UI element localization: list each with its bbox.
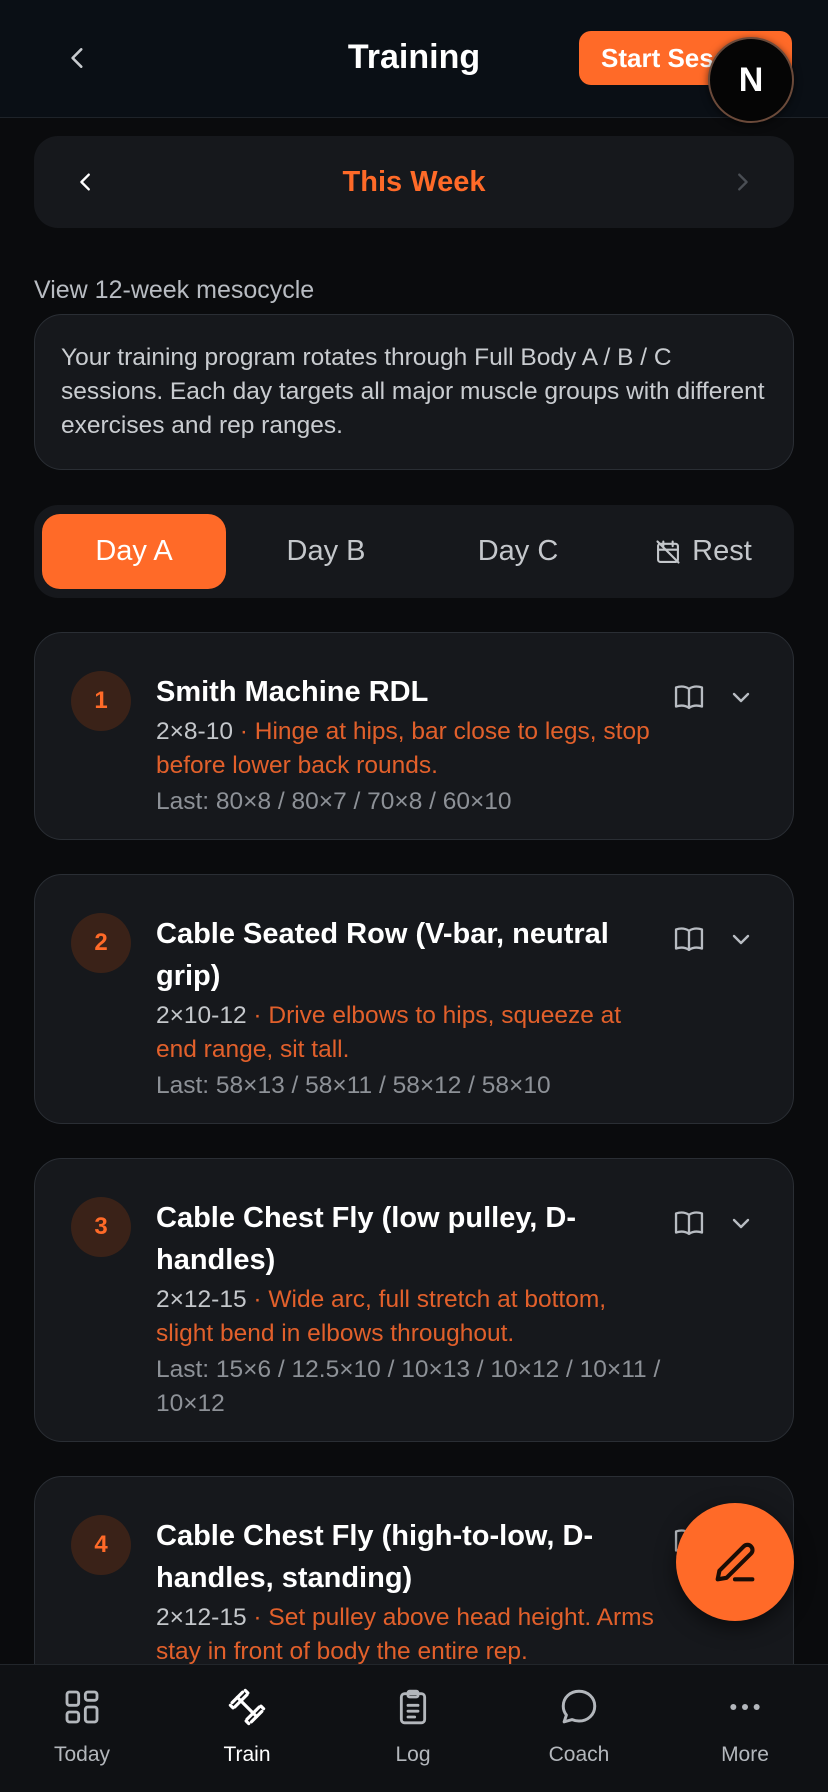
- exercise-sets: 2×12-15: [156, 1604, 247, 1631]
- header: Training Start Session N: [0, 0, 828, 123]
- more-dots-icon: [723, 1685, 767, 1729]
- calendar-off-icon: [654, 538, 682, 566]
- exercise-prescription: 2×10-12 · Drive elbows to hips, squeeze …: [156, 999, 656, 1067]
- avatar[interactable]: N: [708, 37, 794, 123]
- program-info-box: Your training program rotates through Fu…: [34, 314, 794, 470]
- nav-train[interactable]: Train: [187, 1685, 307, 1767]
- chevron-right-icon: [738, 173, 748, 191]
- chevron-down-icon: [732, 692, 750, 703]
- tab-day-b[interactable]: Day B: [234, 514, 418, 589]
- exercise-sets: 2×8-10: [156, 718, 233, 745]
- exercise-card[interactable]: 1 Smith Machine RDL 2×8-10 · Hinge at hi…: [34, 632, 794, 840]
- expand-button[interactable]: [723, 921, 759, 957]
- tab-rest[interactable]: Rest: [618, 514, 788, 589]
- tab-day-a[interactable]: Day A: [42, 514, 226, 589]
- chat-bubble-icon: [557, 1685, 601, 1729]
- clipboard-icon: [391, 1685, 435, 1729]
- bottom-nav: Today Train Log Coach More: [0, 1664, 828, 1792]
- exercise-guide-button[interactable]: [669, 679, 709, 715]
- exercise-card[interactable]: 3 Cable Chest Fly (low pulley, D-handles…: [34, 1158, 794, 1442]
- app-root: Training Start Session N This Week View …: [0, 0, 828, 1792]
- book-open-icon: [674, 927, 704, 952]
- nav-log[interactable]: Log: [353, 1685, 473, 1767]
- exercise-prescription: 2×12-15 · Set pulley above head height. …: [156, 1601, 656, 1669]
- exercise-last-performance: Last: 80×8 / 80×7 / 70×8 / 60×10: [156, 788, 512, 815]
- grid-icon: [60, 1685, 104, 1729]
- exercise-name: Cable Chest Fly (high-to-low, D-handles,…: [156, 1520, 594, 1594]
- nav-coach[interactable]: Coach: [519, 1685, 639, 1767]
- chevron-down-icon: [732, 934, 750, 945]
- book-open-icon: [674, 685, 704, 710]
- exercise-guide-button[interactable]: [669, 921, 709, 957]
- exercise-sets: 2×10-12: [156, 1002, 247, 1029]
- exercise-number: 1: [71, 671, 131, 731]
- exercise-name: Smith Machine RDL: [156, 676, 429, 708]
- exercise-prescription: 2×12-15 · Wide arc, full stretch at bott…: [156, 1283, 656, 1351]
- exercise-card[interactable]: 2 Cable Seated Row (V-bar, neutral grip)…: [34, 874, 794, 1124]
- log-set-fab[interactable]: [676, 1503, 794, 1621]
- exercise-last-performance: Last: 58×13 / 58×11 / 58×12 / 58×10: [156, 1072, 551, 1099]
- pencil-icon: [715, 1542, 755, 1582]
- nav-more[interactable]: More: [685, 1685, 805, 1767]
- exercise-guide-button[interactable]: [669, 1205, 709, 1241]
- mesocycle-link[interactable]: View 12-week mesocycle: [34, 276, 314, 305]
- exercise-last-performance: Last: 15×6 / 12.5×10 / 10×13 / 10×12 / 1…: [156, 1356, 661, 1417]
- exercise-prescription: 2×8-10 · Hinge at hips, bar close to leg…: [156, 715, 656, 783]
- exercise-number: 2: [71, 913, 131, 973]
- exercise-name: Cable Chest Fly (low pulley, D-handles): [156, 1202, 577, 1276]
- exercise-number: 3: [71, 1197, 131, 1257]
- nav-today[interactable]: Today: [22, 1685, 142, 1767]
- exercise-sets: 2×12-15: [156, 1286, 247, 1313]
- expand-button[interactable]: [723, 1205, 759, 1241]
- next-week-button[interactable]: [720, 160, 764, 204]
- book-open-icon: [674, 1211, 704, 1236]
- dumbbell-icon: [225, 1685, 269, 1729]
- day-tabs: Day A Day B Day C Rest: [34, 505, 794, 598]
- chevron-down-icon: [732, 1218, 750, 1229]
- exercise-number: 4: [71, 1515, 131, 1575]
- expand-button[interactable]: [723, 679, 759, 715]
- week-label: This Week: [342, 166, 486, 198]
- week-navigator: This Week: [34, 136, 794, 228]
- tab-day-c[interactable]: Day C: [426, 514, 610, 589]
- exercise-name: Cable Seated Row (V-bar, neutral grip): [156, 918, 609, 992]
